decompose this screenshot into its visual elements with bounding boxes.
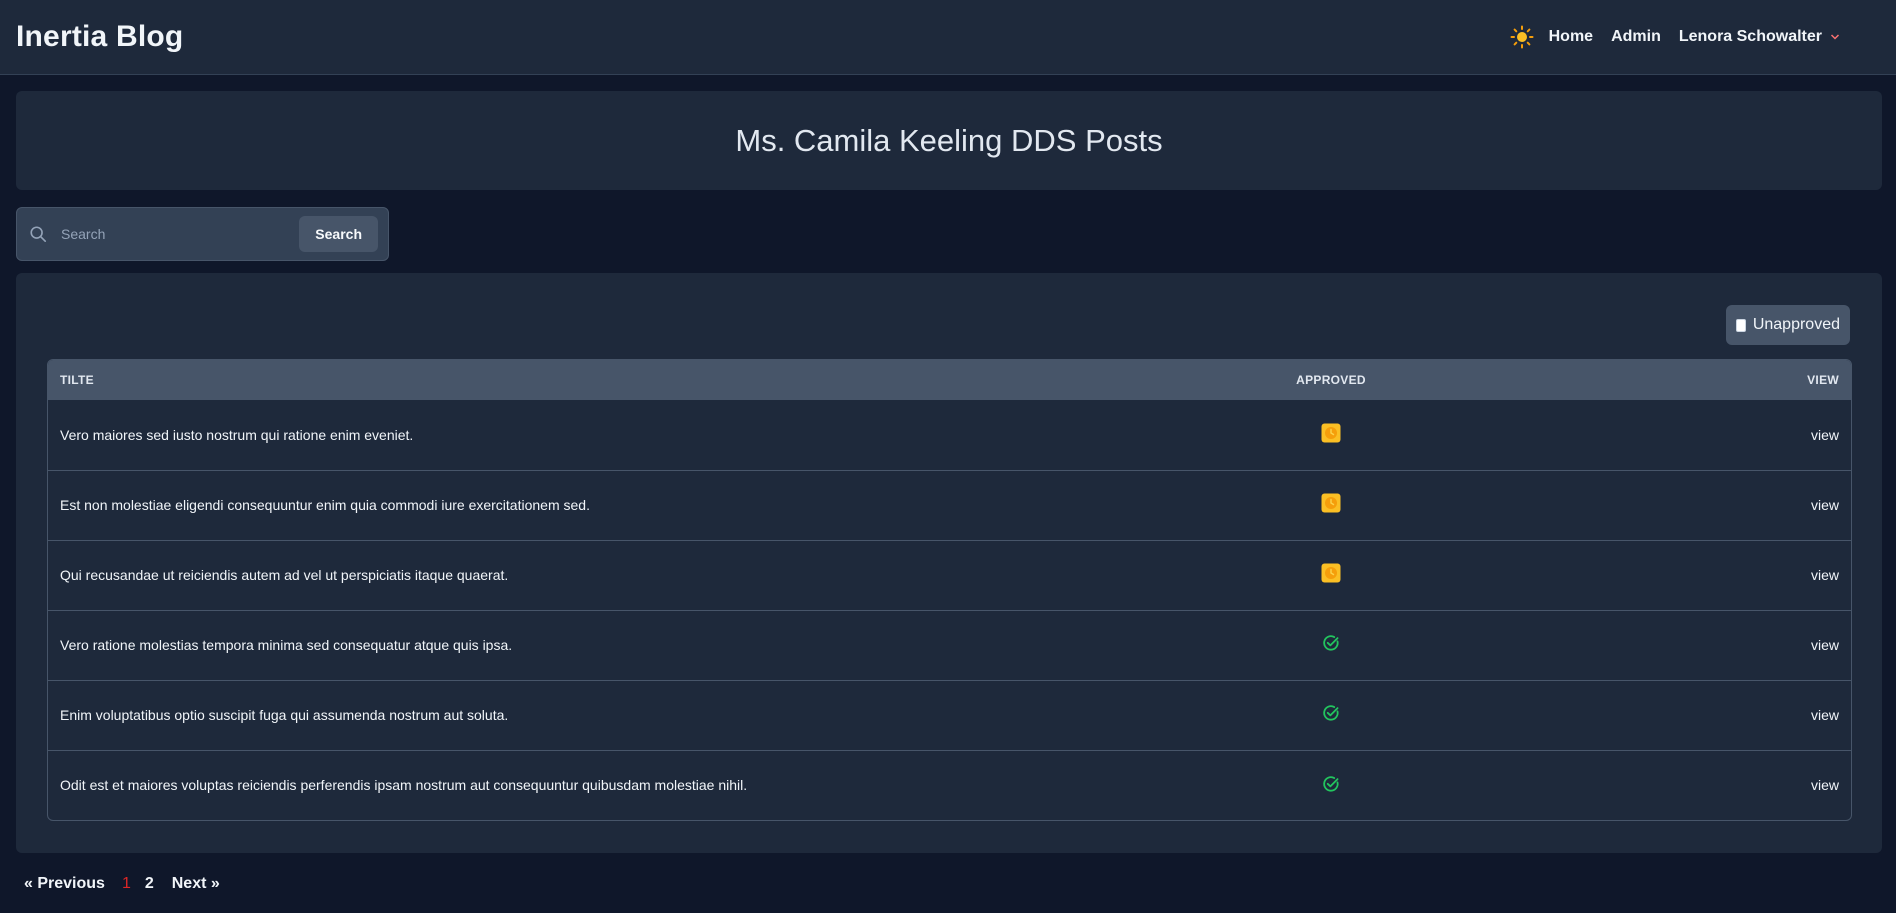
search-input[interactable]: [61, 226, 300, 242]
nav-link-admin[interactable]: Admin: [1611, 28, 1661, 46]
post-title: Vero maiores sed iusto nostrum qui ratio…: [60, 426, 414, 443]
user-menu[interactable]: Lenora Schowalter: [1679, 28, 1840, 46]
posts-table-wrapper: TILTE APPROVED VIEW Vero maiores sed ius…: [47, 359, 1852, 821]
approved-check-icon: [1323, 775, 1339, 792]
user-name: Lenora Schowalter: [1678, 28, 1822, 45]
approval-status: [1231, 750, 1431, 820]
view-link[interactable]: view: [1811, 497, 1839, 513]
table-row: Enim voluptatibus optio suscipit fuga qu…: [48, 680, 1851, 750]
column-header-approved: APPROVED: [1296, 373, 1366, 387]
view-link[interactable]: view: [1811, 707, 1839, 723]
post-title: Odit est et maiores voluptas reiciendis …: [60, 777, 748, 794]
pagination-previous[interactable]: « Previous: [24, 875, 105, 893]
approval-status: [1231, 540, 1431, 610]
approved-check-icon: [1323, 635, 1339, 651]
navbar: Inertia Blog Home Admin Lenora Schowalte…: [0, 0, 1896, 75]
posts-card: Unapproved TILTE APPROVED VIEW Vero maio…: [16, 273, 1882, 853]
pagination: « Previous 1 2 Next »: [24, 875, 220, 893]
page-title: Ms. Camila Keeling DDS Posts: [735, 122, 1163, 158]
approval-status: [1231, 610, 1431, 680]
table-row: Qui recusandae ut reiciendis autem ad ve…: [48, 540, 1851, 610]
header-card: Ms. Camila Keeling DDS Posts: [16, 91, 1882, 190]
table-row: Est non molestiae eligendi consequuntur …: [48, 470, 1851, 540]
post-title: Enim voluptatibus optio suscipit fuga qu…: [60, 707, 509, 723]
pagination-page-2[interactable]: 2: [145, 875, 154, 893]
post-title: Qui recusandae ut reiciendis autem ad ve…: [60, 567, 509, 583]
approved-check-icon: [1323, 705, 1339, 721]
brand-title[interactable]: Inertia Blog: [16, 20, 183, 54]
posts-table: TILTE APPROVED VIEW Vero maiores sed ius…: [48, 360, 1851, 820]
search-box: Search: [16, 207, 389, 261]
approval-status: [1231, 400, 1431, 470]
column-header-view: VIEW: [1807, 373, 1839, 387]
pending-clock-icon: [1321, 563, 1341, 583]
column-header-title: TILTE: [60, 373, 94, 387]
table-header-row: TILTE APPROVED VIEW: [48, 360, 1851, 400]
approval-status: [1231, 470, 1431, 540]
unapproved-filter[interactable]: Unapproved: [1726, 305, 1850, 345]
nav-link-home[interactable]: Home: [1549, 28, 1593, 46]
view-link[interactable]: view: [1811, 427, 1839, 443]
table-row: Odit est et maiores voluptas reiciendis …: [48, 750, 1851, 820]
search-button[interactable]: Search: [299, 216, 378, 252]
pending-clock-icon: [1321, 423, 1341, 443]
table-row: Vero maiores sed iusto nostrum qui ratio…: [48, 400, 1851, 470]
unapproved-checkbox[interactable]: [1736, 318, 1746, 332]
post-title: Est non molestiae eligendi consequuntur …: [60, 497, 590, 513]
approval-status: [1231, 680, 1431, 750]
post-title: Vero ratione molestias tempora minima se…: [60, 637, 513, 653]
pagination-page-1[interactable]: 1: [122, 875, 131, 893]
unapproved-label: Unapproved: [1752, 316, 1840, 333]
pagination-next[interactable]: Next »: [172, 875, 220, 893]
view-link[interactable]: view: [1811, 637, 1839, 653]
view-link[interactable]: view: [1811, 777, 1839, 793]
sun-icon[interactable]: [1509, 24, 1535, 50]
nav-right: Home Admin Lenora Schowalter: [1509, 24, 1840, 50]
view-link[interactable]: view: [1811, 567, 1839, 583]
search-icon: [30, 226, 47, 243]
pending-clock-icon: [1321, 493, 1341, 513]
chevron-down-icon: [1830, 34, 1840, 40]
table-row: Vero ratione molestias tempora minima se…: [48, 610, 1851, 680]
